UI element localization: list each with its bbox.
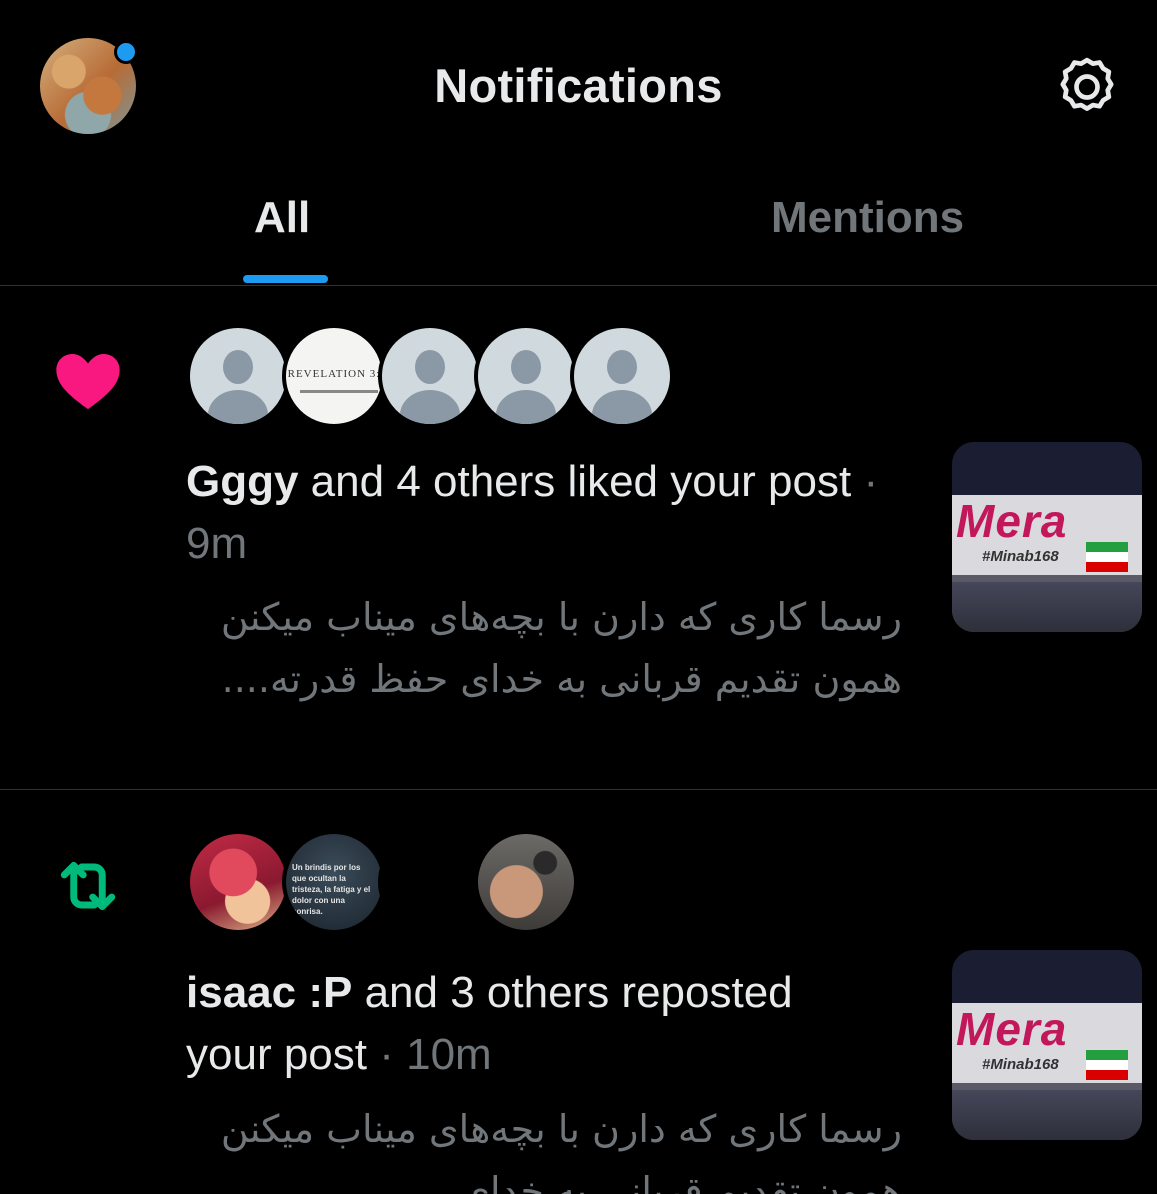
thumbnail-tag: #Minab168 xyxy=(982,548,1059,565)
tab-bar: All Mentions xyxy=(0,175,1157,286)
thumbnail-brand: Mera xyxy=(956,1003,1068,1055)
avatar-revelation-line xyxy=(300,390,378,393)
post-snippet: رسما کاری که دارن با بچه‌های میناب میکنن… xyxy=(220,595,902,701)
flag-image xyxy=(1086,1050,1128,1080)
avatar-revelation-text: REVELATION 3: xyxy=(287,368,381,380)
post-snippet: رسما کاری که دارن با بچه‌های میناب میکنن… xyxy=(220,1107,902,1194)
repost-icon xyxy=(60,861,116,911)
notification-text: Gggy and 4 others liked your post · 9m xyxy=(186,451,886,575)
avatar-placeholder-head xyxy=(607,350,637,384)
separator-dot: · xyxy=(366,1030,407,1079)
post-thumbnail[interactable]: Mera #Minab168 xyxy=(952,950,1142,1140)
avatar-default[interactable] xyxy=(378,324,482,428)
notifications-screen: Notifications All Mentions REVELATION 3: xyxy=(0,0,1157,1194)
post-thumbnail[interactable]: Mera #Minab168 xyxy=(952,442,1142,632)
avatar-placeholder-body xyxy=(592,390,652,424)
thumbnail-ground xyxy=(952,582,1142,632)
avatar-revelation[interactable]: REVELATION 3: xyxy=(282,324,386,428)
avatar-default[interactable] xyxy=(570,324,674,428)
thumbnail-tag: #Minab168 xyxy=(982,1056,1059,1073)
actor-name[interactable]: isaac :P xyxy=(186,968,352,1017)
heart-icon xyxy=(56,354,120,410)
notification-repost[interactable]: Un brindis por los que ocultan la triste… xyxy=(0,790,1157,1194)
flag-image xyxy=(1086,542,1128,572)
actor-name[interactable]: Gggy xyxy=(186,457,298,506)
tab-mentions[interactable]: Mentions xyxy=(771,193,964,243)
avatar-placeholder-body xyxy=(208,390,268,424)
avatar-placeholder-head xyxy=(415,350,445,384)
thumbnail-brand: Mera xyxy=(956,495,1068,547)
notification-like[interactable]: REVELATION 3: Gggy and 4 others liked yo… xyxy=(0,286,1157,790)
avatar-default[interactable] xyxy=(474,324,578,428)
notification-action: and 4 others liked your post xyxy=(298,457,852,506)
avatar-dark[interactable] xyxy=(378,830,482,934)
avatar-default[interactable] xyxy=(186,324,290,428)
separator-dot: · xyxy=(851,457,879,506)
avatar-anime[interactable] xyxy=(186,830,290,934)
avatar-quote-text: Un brindis por los que ocultan la triste… xyxy=(292,863,371,916)
timestamp: 10m xyxy=(406,1030,492,1079)
gear-icon[interactable] xyxy=(1052,52,1122,122)
timestamp: 9m xyxy=(186,519,248,568)
avatar-placeholder-body xyxy=(400,390,460,424)
notification-text: isaac :P and 3 others reposted your post… xyxy=(186,962,886,1086)
avatar-placeholder-head xyxy=(223,350,253,384)
avatar-quote[interactable]: Un brindis por los que ocultan la triste… xyxy=(282,830,386,934)
tab-all[interactable]: All xyxy=(254,193,310,243)
avatar-photo[interactable] xyxy=(474,830,578,934)
header: Notifications xyxy=(0,0,1157,175)
avatar-placeholder-head xyxy=(511,350,541,384)
avatar-placeholder-body xyxy=(496,390,556,424)
page-title: Notifications xyxy=(434,59,723,112)
active-tab-indicator xyxy=(243,275,328,283)
thumbnail-ground xyxy=(952,1090,1142,1140)
